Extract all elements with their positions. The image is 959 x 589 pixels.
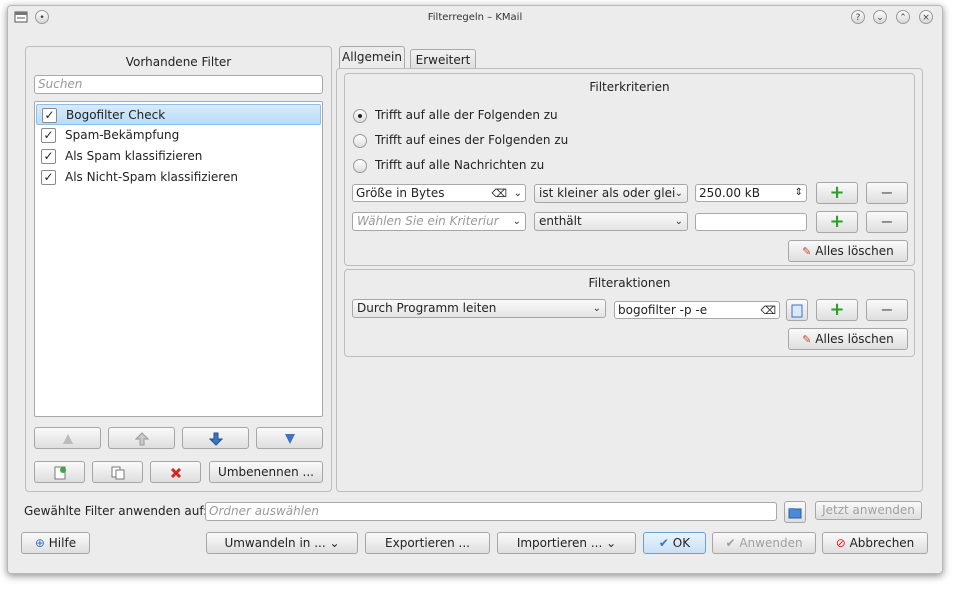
chevron-down-icon: ⌄ xyxy=(674,216,683,227)
copy-filter-button[interactable] xyxy=(92,461,143,483)
tab-content-panel: Filterkriterien Trifft auf alle der Folg… xyxy=(336,68,923,492)
minus-icon: − xyxy=(880,212,894,231)
rule-operator-combo[interactable]: ist kleiner als oder glei ⌄ xyxy=(534,184,688,203)
plus-icon: + xyxy=(829,299,845,320)
add-rule-button[interactable]: + xyxy=(816,211,858,233)
existing-filters-panel: Vorhandene Filter Suchen ✓ Bogofilter Ch… xyxy=(25,46,332,492)
move-bottom-icon xyxy=(284,433,295,444)
folder-browse-button[interactable] xyxy=(784,501,806,523)
action-value-input[interactable]: bogofilter -p -e ⌫ xyxy=(614,301,780,319)
checkbox[interactable]: ✓ xyxy=(41,170,56,185)
export-button[interactable]: Exportieren ... xyxy=(365,532,490,554)
list-item[interactable]: ✓ Bogofilter Check xyxy=(36,104,321,125)
clear-all-icon: ✎ xyxy=(802,333,812,346)
copy-icon xyxy=(111,466,124,479)
apply-now-button[interactable]: Jetzt anwenden xyxy=(815,501,922,520)
remove-rule-button[interactable]: − xyxy=(866,182,908,204)
script-file-button[interactable] xyxy=(786,299,808,321)
document-icon xyxy=(791,304,803,317)
move-up-button[interactable] xyxy=(108,427,175,449)
clear-icon[interactable]: ⌫ xyxy=(491,185,507,202)
checkbox[interactable]: ✓ xyxy=(42,108,57,123)
action-combo[interactable]: Durch Programm leiten ⌄ xyxy=(352,299,606,318)
chevron-down-icon: ⌄ xyxy=(674,188,683,199)
remove-rule-button[interactable]: − xyxy=(866,211,908,233)
cancel-button[interactable]: ⊘ Abbrechen xyxy=(822,532,928,554)
filter-actions-heading: Filteraktionen xyxy=(588,276,671,290)
help-button[interactable]: ⊕ Hilfe xyxy=(21,532,90,554)
chevron-down-icon: ⌄ xyxy=(606,536,617,550)
clear-all-actions-button[interactable]: ✎ Alles löschen xyxy=(788,328,908,350)
help-icon[interactable]: ? xyxy=(851,10,865,24)
new-filter-button[interactable] xyxy=(34,461,85,483)
radio-match-all-label: Trifft auf alle der Folgenden zu xyxy=(375,108,558,122)
existing-filters-heading: Vorhandene Filter xyxy=(125,55,232,69)
rule-operator-combo-2[interactable]: enthält ⌄ xyxy=(534,212,688,231)
clear-all-criteria-button[interactable]: ✎ Alles löschen xyxy=(788,240,908,262)
new-document-icon xyxy=(54,466,66,479)
clear-all-icon: ✎ xyxy=(802,245,812,258)
folder-icon xyxy=(788,507,802,518)
checkmark-icon: ✔ xyxy=(658,536,669,550)
chevron-down-icon[interactable]: ⌄ xyxy=(514,185,522,202)
list-item[interactable]: ✓ Spam-Bekämpfung xyxy=(36,125,321,146)
move-bottom-button[interactable] xyxy=(256,427,323,449)
move-down-button[interactable] xyxy=(182,427,249,449)
list-item[interactable]: ✓ Als Spam klassifizieren xyxy=(36,146,321,167)
checkmark-icon: ✔ xyxy=(725,536,736,550)
plus-icon: + xyxy=(829,182,845,203)
move-top-button[interactable] xyxy=(34,427,101,449)
delete-icon xyxy=(170,467,181,478)
folder-select-input[interactable]: Ordner auswählen xyxy=(205,502,777,521)
delete-filter-button[interactable] xyxy=(150,461,201,483)
convert-button[interactable]: Umwandeln in ... ⌄ xyxy=(206,532,358,554)
apply-filters-label: Gewählte Filter anwenden auf: xyxy=(24,504,208,518)
radio-match-any-label: Trifft auf eines der Folgenden zu xyxy=(375,133,569,147)
maximize-icon[interactable]: ⌃ xyxy=(896,10,910,24)
filter-criteria-heading: Filterkriterien xyxy=(589,80,670,94)
rename-filter-button[interactable]: Umbenennen ... xyxy=(209,461,323,483)
spin-icon[interactable]: ⇕ xyxy=(795,184,803,201)
ok-button[interactable]: ✔ OK xyxy=(643,532,706,554)
add-action-button[interactable]: + xyxy=(816,299,858,321)
minus-icon: − xyxy=(880,300,894,319)
close-icon[interactable]: × xyxy=(919,10,933,24)
import-button[interactable]: Importieren ... ⌄ xyxy=(497,532,636,554)
clear-icon[interactable]: ⌫ xyxy=(760,302,776,319)
add-rule-button[interactable]: + xyxy=(816,182,858,204)
chevron-down-icon: ⌄ xyxy=(592,303,601,314)
rule-field-combo-2[interactable]: Wählen Sie ein Kriteriur ⌄ xyxy=(352,212,526,231)
filter-list[interactable]: ✓ Bogofilter Check ✓ Spam-Bekämpfung ✓ A… xyxy=(34,101,323,417)
radio-match-any[interactable] xyxy=(353,134,367,148)
checkbox[interactable]: ✓ xyxy=(41,128,56,143)
plus-icon: + xyxy=(829,211,845,232)
cancel-icon: ⊘ xyxy=(835,536,846,550)
arrow-up-icon xyxy=(134,431,149,445)
rule-value-input-2[interactable] xyxy=(695,213,807,231)
title-bar: • Filterregeln – KMail ? ⌄ ⌃ × xyxy=(8,6,942,30)
chevron-down-icon: ⌄ xyxy=(512,216,521,227)
filter-search-input[interactable]: Suchen xyxy=(34,75,323,94)
window-title: Filterregeln – KMail xyxy=(427,12,523,23)
radio-match-all-messages-label: Trifft auf alle Nachrichten zu xyxy=(375,158,545,172)
minus-icon: − xyxy=(880,183,894,202)
list-item[interactable]: ✓ Als Nicht-Spam klassifizieren xyxy=(36,167,321,188)
remove-action-button[interactable]: − xyxy=(866,299,908,321)
radio-match-all[interactable] xyxy=(353,109,367,123)
minimize-icon[interactable]: ⌄ xyxy=(873,10,887,24)
arrow-down-icon xyxy=(208,432,223,446)
apply-button[interactable]: ✔ Anwenden xyxy=(712,532,816,554)
tab-general[interactable]: Allgemein xyxy=(339,46,405,70)
rule-field-combo[interactable]: Größe in Bytes ⌫ ⌄ xyxy=(352,184,526,202)
help-icon: ⊕ xyxy=(34,536,45,550)
radio-match-all-messages[interactable] xyxy=(353,159,367,173)
move-top-icon xyxy=(62,433,73,444)
filter-rules-window: • Filterregeln – KMail ? ⌄ ⌃ × Vorhanden… xyxy=(7,5,943,574)
checkbox[interactable]: ✓ xyxy=(41,149,56,164)
filter-criteria-group: Filterkriterien Trifft auf alle der Folg… xyxy=(344,73,915,266)
chevron-down-icon: ⌄ xyxy=(329,536,340,550)
rule-value-spinbox[interactable]: 250.00 kB ⇕ xyxy=(695,184,807,202)
filter-actions-group: Filteraktionen Durch Programm leiten ⌄ bo… xyxy=(344,269,915,357)
